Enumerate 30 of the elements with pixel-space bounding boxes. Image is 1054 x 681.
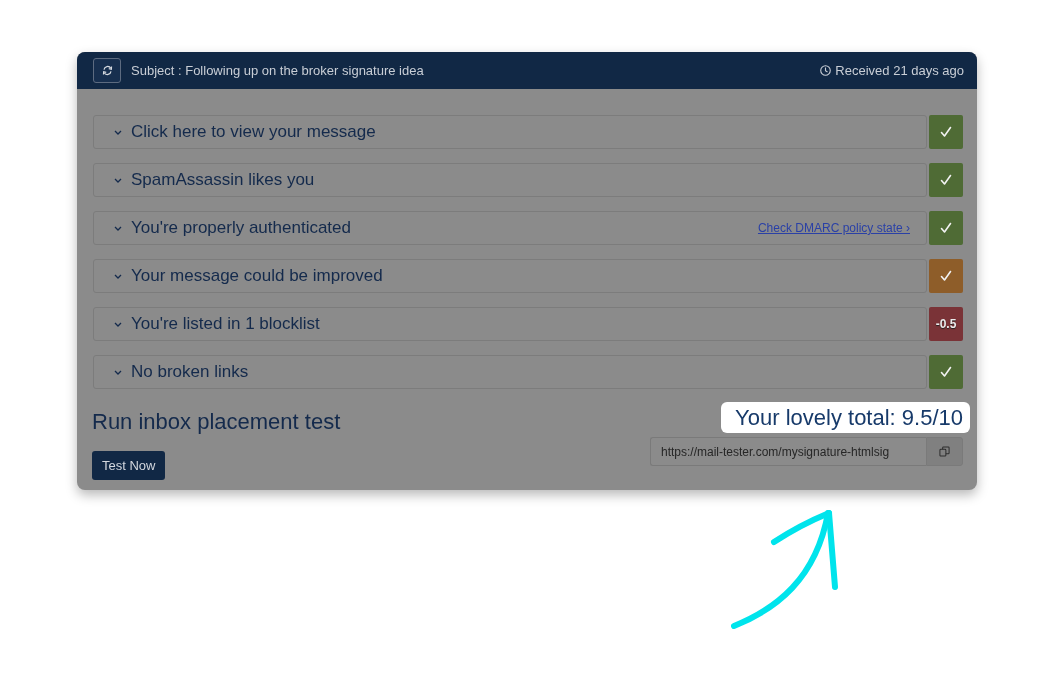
check-title: SpamAssassin likes you bbox=[131, 170, 315, 190]
check-title: Click here to view your message bbox=[131, 122, 376, 142]
accordion-row[interactable]: No broken links bbox=[93, 355, 927, 389]
chevron-down-icon bbox=[114, 273, 122, 279]
check-title: You're listed in 1 blocklist bbox=[131, 314, 320, 334]
dmarc-link[interactable]: Check DMARC policy state › bbox=[757, 221, 910, 235]
received-time: Received 21 days ago bbox=[835, 63, 964, 78]
copy-icon bbox=[939, 446, 950, 457]
refresh-icon bbox=[101, 65, 113, 76]
check-title: You're properly authenticated bbox=[131, 218, 351, 238]
accordion-row[interactable]: You're listed in 1 blocklist bbox=[93, 307, 927, 341]
chevron-down-icon bbox=[114, 129, 122, 135]
accordion-row[interactable]: You're properly authenticated Check DMARC policy state › bbox=[93, 211, 927, 245]
placement-heading: Run inbox placement test bbox=[92, 409, 341, 435]
check-title: No broken links bbox=[131, 362, 249, 382]
clock-icon bbox=[820, 65, 832, 76]
accordion-row[interactable]: Your message could be improved bbox=[93, 259, 927, 293]
chevron-down-icon bbox=[114, 321, 122, 327]
score-badge: -0.5 bbox=[929, 307, 963, 341]
check-title: Your message could be improved bbox=[131, 266, 383, 286]
test-now-button[interactable]: Test Now bbox=[92, 451, 166, 480]
total-score: Your lovely total: 9.5/10 bbox=[721, 402, 970, 433]
accordion-row[interactable]: Click here to view your message bbox=[93, 115, 927, 149]
accordion-row[interactable]: SpamAssassin likes you bbox=[93, 163, 927, 197]
refresh-button[interactable] bbox=[93, 58, 121, 83]
subject-text: Subject : Following up on the broker signature idea bbox=[131, 63, 424, 78]
chevron-down-icon bbox=[114, 369, 122, 375]
url-field[interactable]: https://mail-tester.com/mysignature-htmlsig bbox=[650, 437, 926, 466]
chevron-down-icon bbox=[114, 177, 122, 183]
chevron-down-icon bbox=[114, 225, 122, 231]
